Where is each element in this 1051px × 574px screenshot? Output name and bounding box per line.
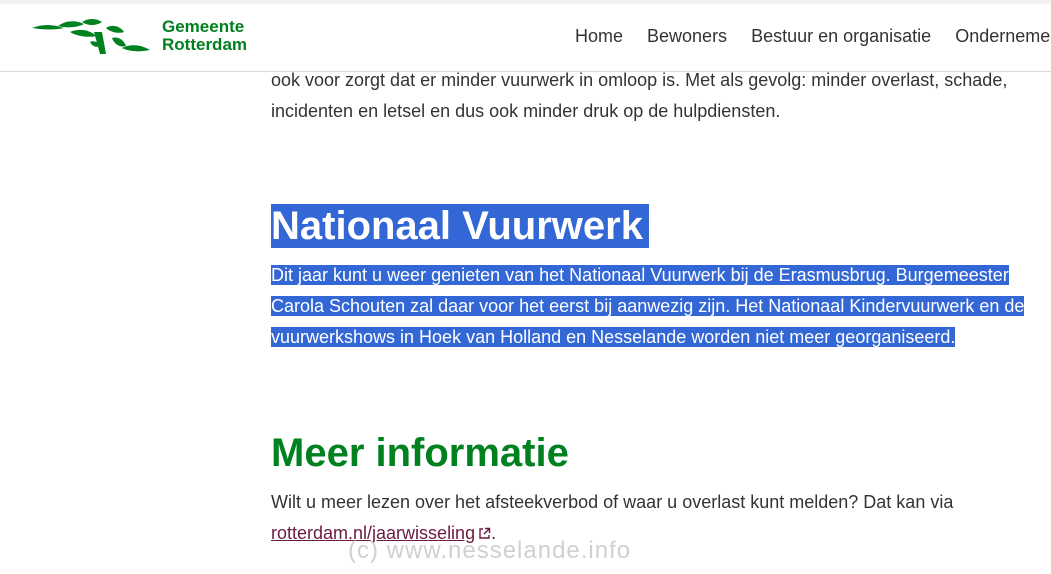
selected-text: vuurwerkshows in Hoek van Holland en Nes… bbox=[271, 327, 956, 347]
nav-bewoners[interactable]: Bewoners bbox=[647, 26, 727, 46]
nav-bestuur-en-organisatie[interactable]: Bestuur en organisatie bbox=[751, 26, 931, 46]
heading-text-selected: Nationaal Vuurwerk bbox=[271, 204, 649, 248]
meer-line-1: Wilt u meer lezen over het afsteekverbod… bbox=[271, 492, 954, 512]
nav-ondernemen[interactable]: Ondernemen bbox=[955, 26, 1051, 46]
intro-paragraph: ook voor zorgt dat er minder vuurwerk in… bbox=[271, 65, 1031, 127]
logo-text: Gemeente Rotterdam bbox=[162, 18, 247, 54]
main-nav: Home Bewoners Bestuur en organisatie Ond… bbox=[575, 26, 1051, 46]
watermark: (c) www.nesselande.info bbox=[348, 537, 632, 564]
nationaal-line-1: Dit jaar kunt u weer genieten van het Na… bbox=[271, 260, 1031, 291]
logo-line-gemeente: Gemeente bbox=[162, 17, 245, 36]
site-header: Gemeente Rotterdam Home Bewoners Bestuur… bbox=[0, 4, 1051, 72]
nationaal-line-3: vuurwerkshows in Hoek van Holland en Nes… bbox=[271, 322, 1031, 353]
nationaal-vuurwerk-paragraph: Dit jaar kunt u weer genieten van het Na… bbox=[271, 260, 1031, 353]
section-heading-nationaal-vuurwerk: Nationaal Vuurwerk bbox=[271, 203, 649, 249]
nav-home[interactable]: Home bbox=[575, 26, 623, 46]
nationaal-line-2: Carola Schouten zal daar voor het eerst … bbox=[271, 291, 1031, 322]
selected-text: Carola Schouten zal daar voor het eerst … bbox=[271, 296, 1025, 316]
logo[interactable]: Gemeente Rotterdam bbox=[30, 18, 247, 58]
selected-text: Dit jaar kunt u weer genieten van het Na… bbox=[271, 265, 1009, 285]
intro-line-2: incidenten en letsel en dus ook minder d… bbox=[271, 101, 781, 121]
section-heading-meer-informatie: Meer informatie bbox=[271, 431, 569, 475]
rotterdam-logo-icon bbox=[32, 19, 150, 54]
logo-line-rotterdam: Rotterdam bbox=[162, 35, 248, 54]
